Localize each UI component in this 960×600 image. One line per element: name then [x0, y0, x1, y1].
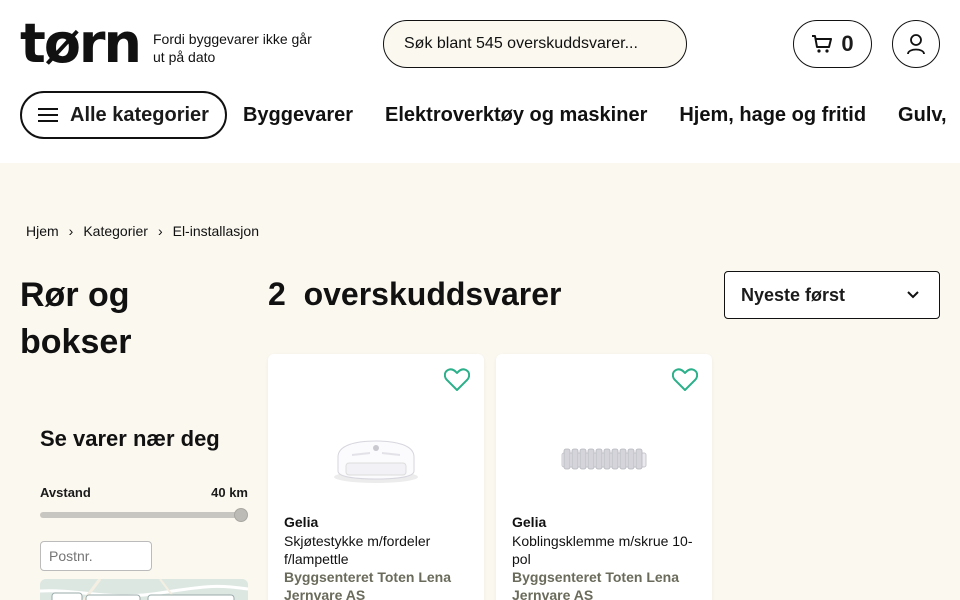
- distance-slider[interactable]: [40, 508, 248, 522]
- chevron-down-icon: [907, 291, 919, 299]
- nearby-heading: Se varer nær deg: [40, 426, 220, 451]
- nav-item-byggevarer[interactable]: Byggevarer: [243, 104, 353, 127]
- slider-thumb[interactable]: [234, 508, 248, 522]
- product-card[interactable]: Gelia Skjøtestykke m/fordeler f/lampettl…: [268, 354, 484, 600]
- map-graphic: [40, 579, 248, 600]
- breadcrumb: Hjem › Kategorier › El-installasjon: [26, 223, 259, 239]
- cart-button[interactable]: 0: [793, 20, 872, 68]
- result-label: overskuddsvarer: [303, 276, 562, 312]
- distance-label: Avstand: [40, 485, 91, 500]
- category-nav: Alle kategorier Byggevarer Elektroverktø…: [20, 91, 960, 139]
- breadcrumb-current[interactable]: El-installasjon: [173, 223, 259, 239]
- junction-box-image: [334, 440, 418, 483]
- product-name[interactable]: Skjøtestykke m/fordeler f/lampettle: [284, 532, 474, 568]
- terminal-block-image: [561, 448, 647, 470]
- product-brand: Gelia: [512, 514, 547, 530]
- product-image[interactable]: [268, 414, 484, 504]
- product-image[interactable]: [496, 414, 712, 504]
- nav-item-elektroverktoy[interactable]: Elektroverktøy og maskiner: [385, 104, 647, 127]
- result-count-heading: 2 overskuddsvarer: [268, 276, 562, 313]
- slider-track: [40, 512, 240, 518]
- tagline: Fordi byggevarer ikke går ut på dato: [153, 31, 312, 65]
- nav-item-hjem-hage[interactable]: Hjem, hage og fritid: [679, 104, 866, 127]
- all-categories-button[interactable]: Alle kategorier: [20, 91, 227, 139]
- breadcrumb-home[interactable]: Hjem: [26, 223, 59, 239]
- sort-select[interactable]: Nyeste først: [724, 271, 940, 319]
- product-brand: Gelia: [284, 514, 319, 530]
- site-header: tørn Fordi byggevarer ikke går ut på dat…: [0, 0, 960, 163]
- distance-row: Avstand 40 km: [40, 485, 248, 500]
- cart-count: 0: [841, 31, 854, 56]
- search-input[interactable]: [383, 20, 687, 68]
- product-name[interactable]: Koblingsklemme m/skrue 10-pol: [512, 532, 702, 568]
- postcode-input[interactable]: [40, 541, 152, 571]
- site-logo[interactable]: tørn: [20, 14, 142, 74]
- page-title: Rør og bokser: [20, 276, 132, 361]
- map-preview[interactable]: [40, 579, 248, 600]
- account-button[interactable]: [892, 20, 940, 68]
- product-card[interactable]: Gelia Koblingsklemme m/skrue 10-pol Bygg…: [496, 354, 712, 600]
- sort-selected-value: Nyeste først: [741, 284, 846, 305]
- cart-icon: [812, 35, 833, 53]
- nav-item-gulv[interactable]: Gulv,: [898, 104, 947, 127]
- distance-value: 40 km: [211, 485, 248, 500]
- breadcrumb-separator: ›: [157, 223, 163, 239]
- menu-icon: [38, 108, 58, 122]
- product-store: Byggsenteret Toten Lena Jernvare AS: [512, 569, 679, 600]
- breadcrumb-separator: ›: [68, 223, 74, 239]
- heart-icon[interactable]: [672, 368, 698, 392]
- all-categories-label: Alle kategorier: [70, 103, 209, 126]
- heart-icon[interactable]: [444, 368, 470, 392]
- product-store: Byggsenteret Toten Lena Jernvare AS: [284, 569, 451, 600]
- result-count: 2: [268, 276, 286, 312]
- user-icon: [907, 34, 925, 55]
- breadcrumb-categories[interactable]: Kategorier: [83, 223, 148, 239]
